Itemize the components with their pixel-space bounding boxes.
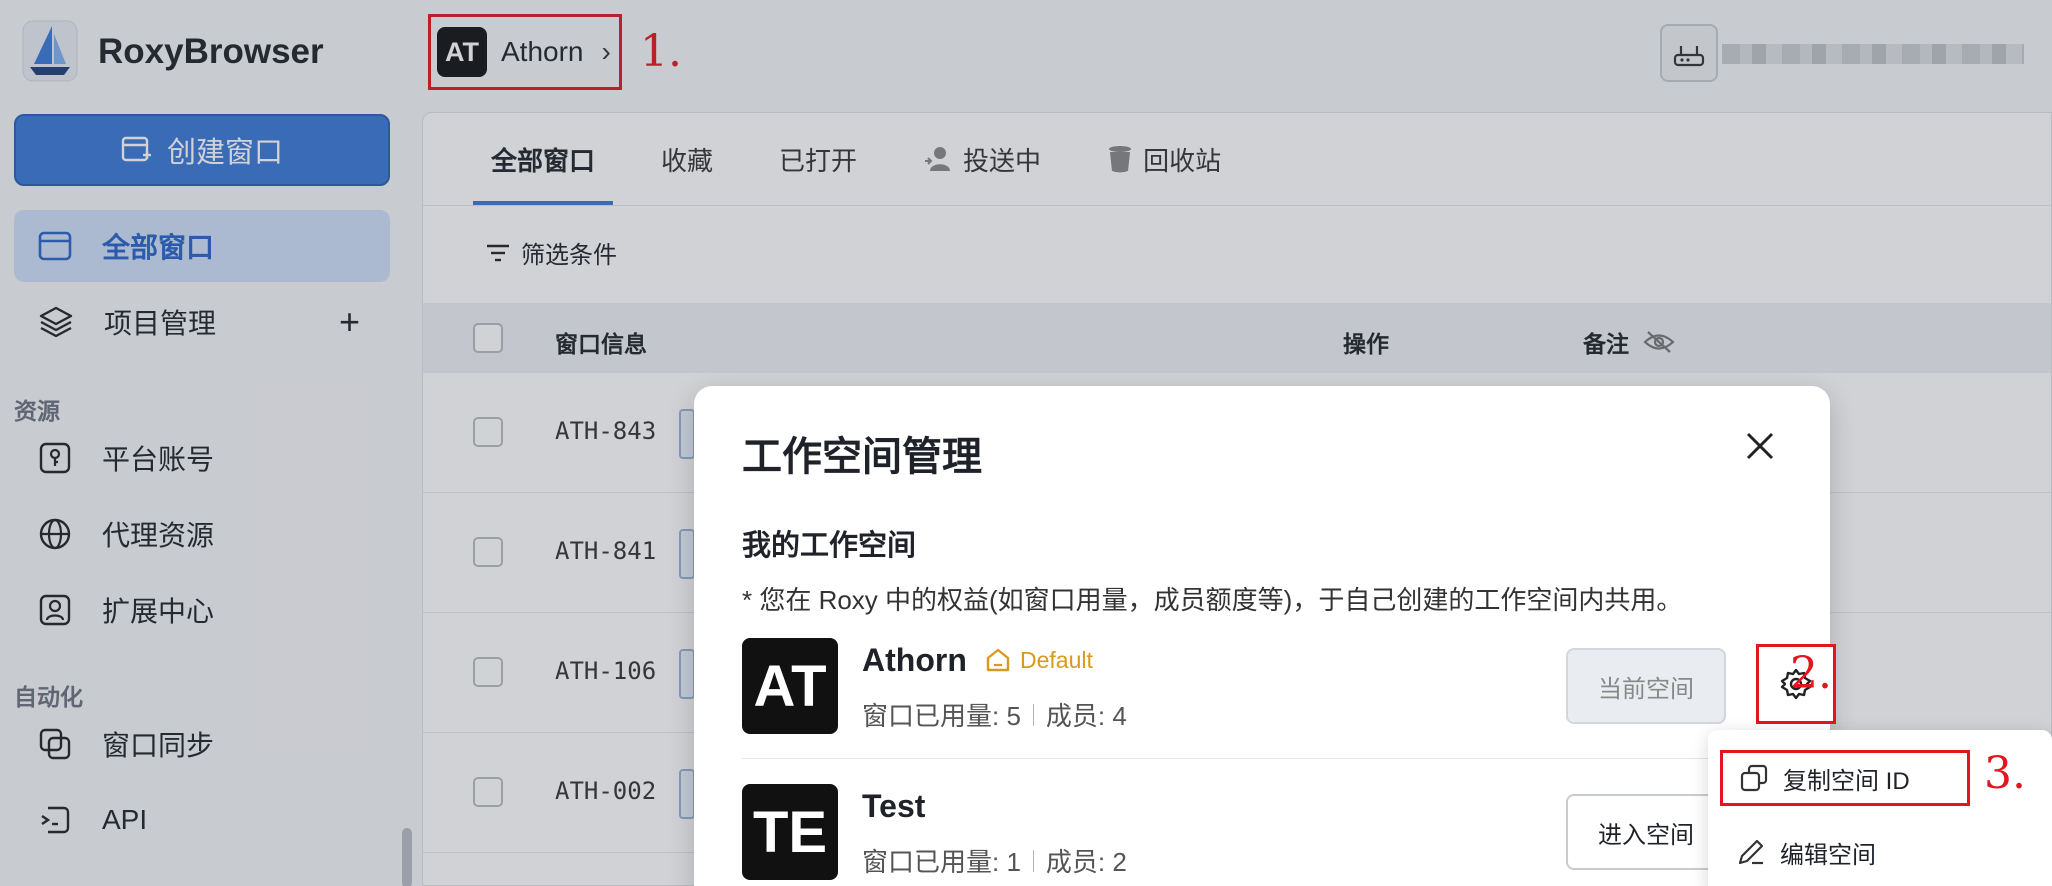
enter-workspace-button[interactable]: 进入空间 (1566, 794, 1726, 870)
pencil-icon (1738, 839, 1764, 865)
modal-note: * 您在 Roxy 中的权益(如窗口用量，成员额度等)，于自己创建的工作空间内共… (742, 585, 1683, 615)
workspace-name: Athorn (862, 642, 967, 678)
workspace-management-modal: 工作空间管理 我的工作空间 * 您在 Roxy 中的权益(如窗口用量，成员额度等… (694, 386, 1836, 886)
annotation-step-2: 2. (1790, 648, 1832, 699)
modal-title: 工作空间管理 (742, 435, 982, 479)
default-badge: Default (984, 646, 1093, 674)
menu-item-label: 编辑空间 (1780, 841, 1876, 869)
workspace-avatar: AT (742, 638, 838, 734)
workspace-stats: 窗口已用量: 1 成员: 2 (862, 842, 1127, 879)
member-count: 成员: 4 (1045, 701, 1127, 731)
menu-item-edit-workspace[interactable]: 编辑空间 (1720, 824, 2020, 880)
workspace-divider (742, 758, 1792, 759)
window-usage: 窗口已用量: 1 (862, 847, 1021, 877)
close-icon[interactable] (1742, 428, 1778, 464)
default-badge-label: Default (1020, 646, 1093, 673)
home-icon (986, 648, 1010, 672)
stat-separator (1032, 703, 1034, 726)
menu-item-copy-workspace-id[interactable]: 复制空间 ID (1720, 750, 1970, 806)
window-usage: 窗口已用量: 5 (862, 701, 1021, 731)
member-count: 成员: 2 (1045, 847, 1127, 877)
workspace-item: TE Test 窗口已用量: 1 成员: 2 进入空间 (742, 784, 1792, 886)
workspace-avatar: TE (742, 784, 838, 880)
workspace-name: Test (862, 788, 926, 824)
my-workspaces-heading: 我的工作空间 (742, 530, 917, 562)
workspace-item: AT Athorn Default 窗口已用量: 5 成员: 4 当前空间 (742, 638, 1836, 778)
copy-icon (1740, 764, 1768, 792)
current-workspace-button: 当前空间 (1566, 648, 1726, 724)
menu-item-label: 复制空间 ID (1783, 767, 1910, 795)
stat-separator (1032, 849, 1034, 872)
workspace-stats: 窗口已用量: 5 成员: 4 (862, 696, 1127, 733)
annotation-step-3: 3. (1984, 748, 2026, 799)
